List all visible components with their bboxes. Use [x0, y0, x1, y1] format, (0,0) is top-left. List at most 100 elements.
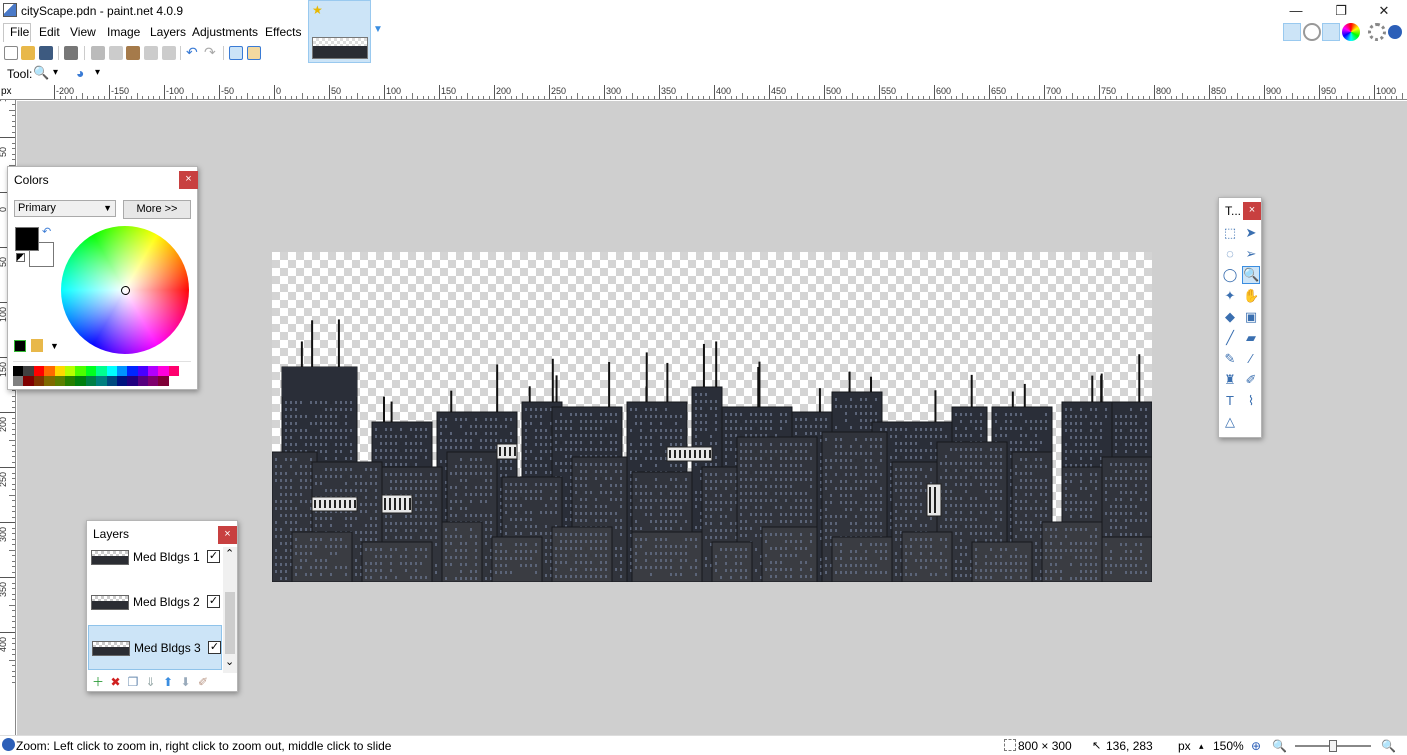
building-shape: [1070, 422, 1072, 425]
image-tab-citycape[interactable]: ★: [308, 0, 371, 63]
building-shape: [930, 456, 932, 459]
ruler-minor-tick: [1093, 96, 1095, 99]
new-image-icon[interactable]: [4, 46, 18, 60]
building-shape: [435, 515, 437, 518]
building-shape: [830, 515, 832, 518]
save-icon[interactable]: [39, 46, 53, 60]
building-shape: [1090, 429, 1092, 432]
building-shape: [705, 414, 707, 417]
building-shape: [605, 477, 607, 480]
building-shape: [805, 450, 807, 453]
menu-view[interactable]: View: [70, 25, 96, 39]
building-shape: [455, 446, 457, 449]
building-shape: [540, 483, 542, 486]
building-shape: [460, 418, 462, 421]
building-shape: [905, 517, 907, 520]
help-icon[interactable]: [1388, 25, 1402, 39]
building-shape: [405, 463, 407, 466]
building-shape: [945, 497, 947, 500]
building-shape: [540, 532, 542, 535]
building-shape: [520, 490, 522, 493]
copy-icon[interactable]: [109, 46, 123, 60]
building-shape: [815, 425, 817, 428]
building-shape: [400, 536, 402, 539]
building-shape: [750, 499, 752, 502]
ruler-minor-tick: [1088, 96, 1089, 99]
blend-dropdown-icon[interactable]: ▾: [95, 67, 100, 78]
building-shape: [405, 515, 407, 518]
building-shape: [500, 425, 502, 428]
building-shape: [920, 482, 922, 485]
building-shape: [945, 490, 947, 493]
crop-to-selection-icon[interactable]: [144, 46, 158, 60]
building-shape: [285, 500, 287, 503]
undo-icon[interactable]: ↶: [186, 45, 200, 60]
building-shape: [795, 492, 797, 495]
building-shape: [285, 535, 287, 538]
cut-icon[interactable]: [91, 46, 105, 60]
building-shape: [545, 464, 547, 467]
building-shape: [1095, 415, 1097, 418]
building-shape: [485, 556, 487, 559]
menu-file[interactable]: File: [10, 25, 29, 39]
building-shape: [315, 517, 317, 520]
open-icon[interactable]: [21, 46, 35, 60]
building-shape: [430, 487, 432, 490]
building-shape: [800, 464, 802, 467]
redo-icon[interactable]: ↷: [204, 45, 218, 60]
building-shape: [750, 413, 752, 416]
building-shape: [835, 438, 837, 441]
building-shape: [390, 515, 392, 518]
building-shape: [985, 476, 987, 479]
building-shape: [370, 517, 372, 520]
close-button[interactable]: ✕: [1362, 0, 1406, 22]
grid-icon[interactable]: [229, 46, 243, 60]
building-shape: [410, 442, 412, 445]
ruler-minor-tick: [12, 615, 15, 617]
building-shape: [640, 415, 642, 418]
building-shape: [950, 525, 952, 528]
building-shape: [965, 553, 967, 556]
menu-effects[interactable]: Effects: [265, 25, 301, 39]
ruler-minor-tick: [1110, 96, 1111, 99]
tool-dropdown-icon[interactable]: ▾: [53, 67, 58, 78]
building-shape: [330, 475, 332, 478]
building-shape: [450, 514, 452, 517]
building-shape: [825, 522, 827, 525]
minimize-button[interactable]: —: [1274, 0, 1318, 22]
history-window-toggle-icon[interactable]: [1303, 23, 1321, 41]
building-shape: [485, 521, 487, 524]
building-shape: [1125, 450, 1127, 453]
menu-image[interactable]: Image: [107, 25, 140, 39]
layers-window-toggle-icon[interactable]: [1322, 23, 1340, 41]
colors-window-toggle-icon[interactable]: [1342, 23, 1360, 41]
rulers-icon[interactable]: [247, 46, 261, 60]
building-shape: [910, 503, 912, 506]
restore-button[interactable]: ❐: [1319, 0, 1363, 22]
building-shape: [400, 435, 402, 438]
image-list-dropdown-icon[interactable]: ▼: [373, 24, 383, 35]
menu-edit[interactable]: Edit: [39, 25, 60, 39]
settings-gear-icon[interactable]: [1368, 23, 1386, 41]
building-shape: [1000, 532, 1002, 535]
menu-adjustments[interactable]: Adjustments: [192, 25, 258, 39]
building-shape: [460, 479, 462, 482]
deselect-icon[interactable]: [162, 46, 176, 60]
building-shape: [960, 504, 962, 507]
current-tool-zoom-icon[interactable]: 🔍: [33, 65, 49, 81]
building-shape: [890, 428, 892, 431]
tools-window-toggle-icon[interactable]: [1283, 23, 1301, 41]
paste-icon[interactable]: [126, 46, 140, 60]
building-shape: [765, 464, 767, 467]
building-shape: [620, 491, 622, 494]
image-canvas[interactable]: [272, 252, 1152, 582]
ruler-minor-tick: [12, 500, 15, 501]
menu-layers[interactable]: Layers: [150, 25, 186, 39]
building-shape: [915, 482, 917, 485]
blend-mode-icon[interactable]: ◕: [76, 65, 84, 81]
building-shape: [555, 497, 557, 500]
print-icon[interactable]: [64, 46, 78, 60]
building-shape: [680, 499, 682, 502]
toolbar-separator: [223, 46, 224, 60]
building-shape: [755, 548, 757, 551]
